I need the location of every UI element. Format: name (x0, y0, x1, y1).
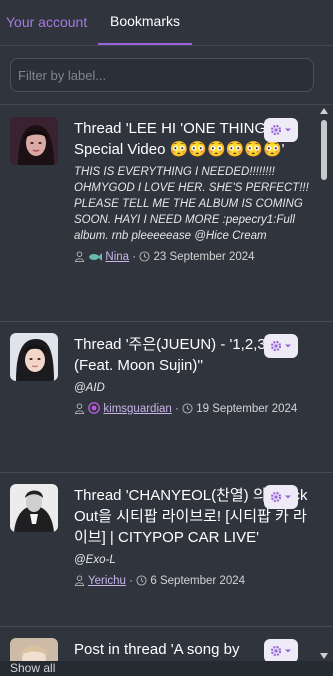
show-all-link[interactable]: Show all (10, 661, 55, 675)
separator: · (129, 575, 133, 587)
tab-your-account[interactable]: Your account (0, 0, 98, 45)
show-all-footer[interactable]: Show all (0, 661, 333, 676)
clock-icon (182, 403, 193, 414)
fish-icon (89, 253, 103, 261)
user-icon (74, 575, 85, 586)
bookmark-description: @Exo-L (74, 554, 116, 566)
filter-input[interactable] (10, 58, 314, 92)
bookmark-list: Thread 'LEE HI 'ONE THING' Special Video… (0, 106, 333, 661)
tab-bookmarks[interactable]: Bookmarks (98, 0, 192, 45)
gear-icon (270, 340, 282, 352)
bookmark-date: 6 September 2024 (150, 575, 246, 587)
purple-badge-icon (88, 402, 101, 414)
bookmark-date: 19 September 2024 (196, 403, 298, 415)
bookmark-user-link[interactable]: Nina (105, 251, 129, 263)
bookmark-meta: kimsguardian · 19 September 2024 (74, 401, 310, 417)
avatar (10, 638, 58, 661)
scrollbar[interactable] (318, 106, 330, 661)
bookmark-settings-button[interactable] (264, 485, 298, 509)
gear-icon (270, 124, 282, 136)
clock-icon (139, 251, 150, 262)
bookmark-date: 23 September 2024 (153, 251, 255, 263)
caret-down-icon (285, 128, 291, 132)
gear-icon (270, 645, 282, 657)
scrollbar-thumb[interactable] (321, 120, 327, 180)
bookmark-user-link[interactable]: Yerichu (88, 575, 126, 587)
separator: · (175, 403, 179, 415)
gear-icon (270, 491, 282, 503)
scroll-down-arrow-icon[interactable] (320, 653, 328, 659)
bookmark-content: Thread 'LEE HI 'ONE THING' Special Video… (74, 117, 310, 311)
tab-bar: Your account Bookmarks (0, 0, 333, 46)
caret-down-icon (285, 495, 291, 499)
user-icon (74, 251, 85, 262)
avatar (10, 333, 58, 381)
caret-down-icon (285, 344, 291, 348)
bookmark-settings-button[interactable] (264, 118, 298, 142)
bookmark-meta: Nina · 23 September 2024 (74, 249, 310, 265)
bookmark-item[interactable]: Thread 'CHANYEOL(찬열) 의 Black Out을 시티팝 라이… (0, 473, 333, 627)
filter-section (0, 46, 333, 105)
bookmark-settings-button[interactable] (264, 639, 298, 661)
bookmark-user-link[interactable]: kimsguardian (103, 403, 171, 415)
bookmark-description: THIS IS EVERYTHING I NEEDED!!!!!!!! OHMY… (74, 166, 309, 242)
bookmark-item[interactable]: Thread '주은(JUEUN) - '1,2,3,4 (Feat. Moon… (0, 322, 333, 473)
bookmark-item[interactable]: Post in thread 'A song by (0, 627, 333, 661)
bookmark-settings-button[interactable] (264, 334, 298, 358)
clock-icon (136, 575, 147, 586)
bookmark-description: @AID (74, 382, 105, 394)
avatar (10, 117, 58, 165)
user-icon (74, 403, 85, 414)
bookmark-meta: Yerichu · 6 September 2024 (74, 573, 310, 589)
caret-down-icon (285, 649, 291, 653)
bookmark-item[interactable]: Thread 'LEE HI 'ONE THING' Special Video… (0, 106, 333, 322)
scroll-up-arrow-icon[interactable] (320, 108, 328, 114)
avatar (10, 484, 58, 532)
separator: · (132, 251, 137, 263)
